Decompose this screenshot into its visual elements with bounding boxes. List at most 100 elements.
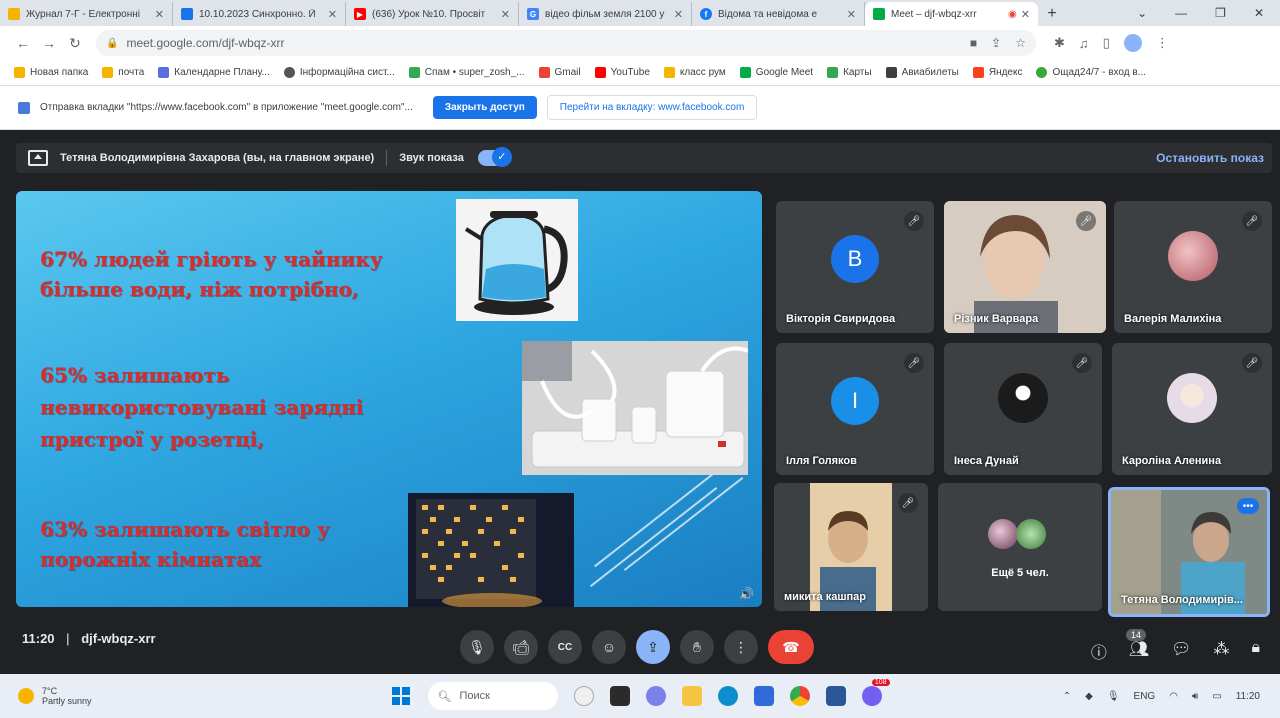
store-icon[interactable]	[753, 686, 774, 706]
meeting-code: djf-wbqz-xrr	[81, 631, 156, 646]
word-icon[interactable]	[825, 686, 846, 706]
edge-icon[interactable]	[717, 686, 738, 706]
close-tab-icon[interactable]: ✕	[155, 8, 164, 21]
browser-tab[interactable]: ▶ (636) Урок №10. Просвіт ✕	[346, 2, 519, 26]
close-tab-icon[interactable]: ✕	[501, 8, 510, 21]
new-tab-button[interactable]: +	[1038, 2, 1066, 26]
gmail-icon	[538, 67, 550, 78]
wifi-icon[interactable]: ◠	[1169, 691, 1178, 702]
participant-tile[interactable]: 🎤︎ Кароліна Аленина	[1112, 343, 1272, 475]
chevron-up-icon[interactable]: ⌃	[1063, 691, 1071, 702]
hang-up-icon[interactable]: ☎︎	[768, 630, 814, 664]
chargers-image	[522, 341, 749, 475]
profile-avatar[interactable]	[1123, 34, 1142, 52]
present-screen-icon[interactable]: ⇪	[636, 630, 670, 664]
bookmark-item[interactable]: Календарне Плану...	[158, 67, 270, 78]
copilot-icon[interactable]	[573, 686, 594, 706]
stop-sharing-button[interactable]: Остановить показ	[1156, 151, 1264, 165]
bookmark-item[interactable]: почта	[102, 67, 144, 78]
url-bar[interactable]: 🔒 meet.google.com/djf-wbqz-xrr ■ ⇪ ☆	[96, 30, 1036, 56]
clock[interactable]: 11:20	[1236, 691, 1260, 702]
weather-widget[interactable]: 7°C Partly sunny	[18, 686, 92, 706]
night-building-image	[408, 493, 574, 607]
reload-icon[interactable]: ↻	[62, 30, 88, 56]
browser-tab-active[interactable]: Meet – djf-wbqz-xrr ◉ ✕	[865, 2, 1038, 26]
star-icon[interactable]: ☆	[1015, 36, 1026, 50]
people-icon[interactable]: 👥︎	[1129, 639, 1149, 663]
camera-icon[interactable]: ■	[970, 36, 977, 50]
bookmark-item[interactable]: Інформаційна сист...	[283, 67, 395, 78]
browser-tab[interactable]: 10.10.2023 Синхронно. Й ✕	[173, 2, 346, 26]
close-tab-icon[interactable]: ✕	[847, 8, 856, 21]
forward-arrow-icon[interactable]: →	[36, 30, 62, 56]
bookmark-item[interactable]: Gmail	[538, 67, 581, 78]
bookmark-item[interactable]: Спам • super_zosh_...	[408, 67, 525, 78]
participant-tile[interactable]: 🎤︎ микита кашпар	[774, 483, 928, 611]
file-explorer-icon[interactable]	[681, 686, 702, 706]
more-options-icon[interactable]: ⋮	[724, 630, 758, 664]
more-participants-tile[interactable]: Ещё 5 чел.	[938, 483, 1102, 611]
participant-tile[interactable]: 🎤︎ Валерія Малихіна	[1114, 201, 1272, 333]
minimize-icon[interactable]: —	[1175, 6, 1187, 20]
oschad-icon	[1036, 67, 1048, 78]
media-icon[interactable]: ♫	[1079, 36, 1089, 51]
info-icon[interactable]: ⓘ	[1091, 639, 1107, 663]
bookmark-item[interactable]: Яндекс	[972, 67, 1022, 78]
microphone-icon[interactable]: 🎙︎	[460, 630, 494, 664]
participant-tile[interactable]: 🎤︎ Різник Варвара	[944, 201, 1106, 333]
browser-tab[interactable]: Журнал 7-Г - Електронні ✕	[0, 2, 173, 26]
stop-access-button[interactable]: Закрыть доступ	[432, 96, 537, 119]
emoji-icon[interactable]: ☺	[592, 630, 626, 664]
volume-icon[interactable]: 🔊︎	[1192, 691, 1198, 702]
task-view-icon[interactable]	[609, 686, 630, 706]
participant-tile[interactable]: 🎤︎ І Ілля Голяков	[776, 343, 934, 475]
chat-icon[interactable]: 💬︎	[1171, 639, 1191, 663]
extensions-icon[interactable]: ✱	[1054, 35, 1065, 51]
battery-icon[interactable]: ▭	[1212, 691, 1221, 702]
bookmark-item[interactable]: Карты	[827, 67, 872, 78]
bookmark-item[interactable]: Новая папка	[14, 67, 88, 78]
taskbar-apps: 108	[573, 679, 890, 706]
menu-icon[interactable]: ⋮	[1156, 35, 1169, 51]
activities-icon[interactable]: ⁂	[1213, 639, 1229, 663]
language-indicator[interactable]: ENG	[1134, 691, 1156, 702]
switch-tab-button[interactable]: Перейти на вкладку: www.facebook.com	[546, 95, 758, 120]
mic-icon[interactable]: 🎙︎	[1107, 691, 1120, 702]
captions-icon[interactable]: CC	[548, 630, 582, 664]
chrome-icon[interactable]	[789, 686, 810, 706]
chat-icon[interactable]	[645, 686, 666, 706]
bookmark-item[interactable]: класс рум	[663, 67, 726, 78]
sidebar-icon[interactable]: ▯	[1103, 35, 1110, 51]
camera-icon[interactable]: 📹︎	[504, 630, 538, 664]
avatar: В	[831, 235, 879, 284]
bookmark-item[interactable]: YouTube	[594, 67, 650, 78]
self-view-tile[interactable]: ••• Тетяна Володимирів...	[1108, 487, 1270, 617]
sound-toggle[interactable]	[477, 147, 512, 167]
bookmark-item[interactable]: Ощад24/7 - вход в...	[1036, 67, 1146, 78]
windows-start-icon[interactable]	[391, 687, 410, 705]
url-text: meet.google.com/djf-wbqz-xrr	[126, 36, 285, 50]
share-icon[interactable]: ⇪	[991, 36, 1001, 50]
restore-icon[interactable]: ❐	[1215, 6, 1226, 20]
close-tab-icon[interactable]: ✕	[674, 8, 683, 21]
browser-tab[interactable]: Gвідео фільм земля 2100 у ✕	[519, 2, 692, 26]
participant-tile[interactable]: 🎤︎ В Вікторія Свиридова	[776, 201, 934, 333]
viber-icon[interactable]: 108	[861, 679, 890, 706]
bookmark-item[interactable]: Авиабилеты	[885, 67, 959, 78]
taskbar-search[interactable]: 🔍︎ Поиск	[427, 682, 558, 710]
raise-hand-icon[interactable]: ✋︎	[680, 630, 714, 664]
participant-tile[interactable]: 🎤︎ Інеса Дунай	[944, 343, 1102, 475]
browser-tab[interactable]: f Відома та невідома е ✕	[692, 2, 865, 26]
facebook-icon: f	[700, 8, 712, 20]
more-options-icon[interactable]: •••	[1237, 498, 1259, 514]
host-controls-icon[interactable]: 🔒︎	[1251, 639, 1260, 663]
speaker-icon: 🔊	[739, 587, 754, 601]
close-tab-icon[interactable]: ✕	[1021, 8, 1030, 21]
close-window-icon[interactable]: ✕	[1254, 6, 1264, 20]
bookmark-item[interactable]: Google Meet	[739, 67, 813, 78]
back-arrow-icon[interactable]: ←	[10, 30, 36, 56]
close-tab-icon[interactable]: ✕	[328, 8, 337, 21]
meet-tray-icon[interactable]: ◆	[1085, 691, 1093, 702]
chevron-down-icon[interactable]: ⌄	[1137, 6, 1147, 20]
yandex-icon	[972, 67, 984, 78]
